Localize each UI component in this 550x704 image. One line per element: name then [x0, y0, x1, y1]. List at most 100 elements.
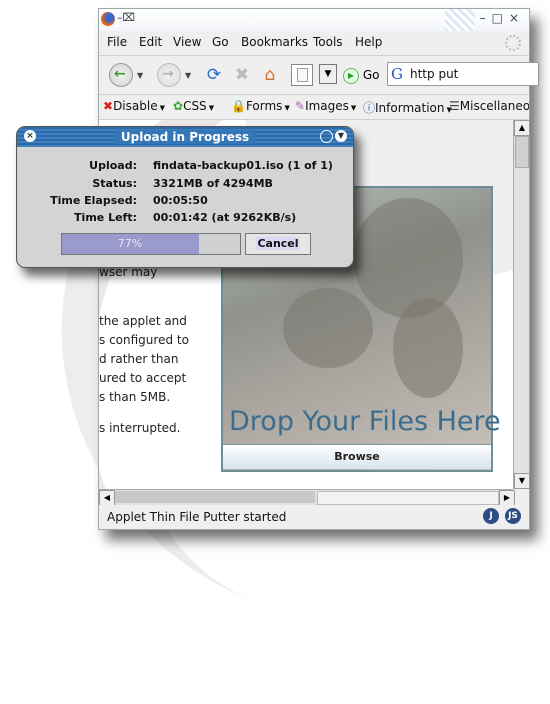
horizontal-scroll-thumb[interactable] — [317, 491, 499, 505]
upload-value: findata-backup01.iso (1 of 1) — [153, 159, 333, 172]
disable-label: Disable — [113, 99, 158, 113]
window-controls: –□× — [480, 11, 525, 25]
menu-file[interactable]: File — [107, 35, 127, 49]
minimize-icon[interactable] — [320, 130, 333, 143]
cancel-button[interactable]: Cancel — [245, 233, 311, 255]
forward-dropdown-icon[interactable]: ▼ — [185, 71, 191, 80]
information-icon: ⓘ — [363, 101, 376, 115]
back-arrow-icon: ← — [114, 66, 126, 82]
miscellaneous-menu[interactable]: ☰Miscellaneo — [449, 99, 529, 113]
title-bar: –⌧ –□× — [99, 9, 529, 31]
firefox-icon — [101, 12, 115, 26]
menu-bar: File Edit View Go Bookmarks Tools Help — [99, 31, 529, 56]
menu-edit[interactable]: Edit — [139, 35, 162, 49]
close-icon[interactable]: × — [509, 11, 525, 25]
scroll-right-icon[interactable]: ▶ — [499, 490, 515, 506]
css-icon: ✿ — [173, 99, 184, 113]
chevron-down-icon: ▼ — [208, 104, 215, 112]
images-icon: ✎ — [295, 99, 306, 113]
menu-bookmarks[interactable]: Bookmarks — [241, 35, 308, 49]
vertical-scroll-thumb[interactable] — [515, 136, 529, 168]
images-label: Images — [305, 99, 349, 113]
javascript-icon[interactable]: JS — [505, 508, 521, 524]
home-icon[interactable]: ⌂ — [259, 64, 281, 86]
forms-label: Forms — [245, 99, 283, 113]
scroll-left-icon[interactable]: ◀ — [99, 490, 115, 506]
elephant-photo — [353, 198, 463, 318]
window-menu-icon[interactable]: ▼ — [335, 130, 347, 142]
web-developer-toolbar: ✖Disable ▼ ✿CSS ▼ 🔒Forms ▼ ✎Images ▼ ⓘInform… — [99, 95, 529, 120]
page-text-line: s configured to — [99, 333, 189, 347]
search-input[interactable]: G http put — [387, 62, 539, 86]
reload-icon[interactable]: ⟳ — [203, 64, 225, 86]
minimize-icon[interactable]: – — [480, 11, 492, 25]
upload-label: Upload: — [89, 159, 137, 172]
dialog-title-bar[interactable]: × Upload in Progress ▼ — [17, 127, 353, 147]
browse-button[interactable]: Browse — [223, 444, 491, 469]
time-left-label: Time Left: — [74, 211, 137, 224]
page-text-line: s interrupted. — [99, 421, 181, 435]
chevron-down-icon: ▼ — [350, 104, 357, 112]
information-menu[interactable]: ⓘInformation ▼ — [363, 99, 452, 116]
go-button[interactable]: ▶ Go — [343, 64, 379, 86]
forms-icon: 🔒 — [231, 99, 246, 113]
disable-menu[interactable]: ✖Disable ▼ — [103, 99, 165, 113]
time-left-value: 00:01:42 (at 9262KB/s) — [153, 211, 297, 224]
menu-tools[interactable]: Tools — [313, 35, 343, 49]
elephant-photo — [393, 298, 463, 398]
drop-files-label: Drop Your Files Here — [229, 406, 501, 437]
scroll-down-icon[interactable]: ▼ — [514, 473, 530, 489]
page-text-line: d rather than — [99, 352, 179, 366]
page-text-line: s than 5MB. — [99, 390, 171, 404]
dialog-title: Upload in Progress — [114, 130, 256, 144]
forward-button[interactable]: → — [157, 63, 181, 87]
search-value: http put — [410, 67, 459, 81]
pin-icon[interactable]: –⌧ — [117, 11, 135, 24]
images-menu[interactable]: ✎Images ▼ — [295, 99, 356, 113]
status-label: Status: — [92, 177, 137, 190]
go-label: Go — [362, 68, 380, 82]
forward-arrow-icon: → — [162, 66, 174, 82]
status-value: 3321MB of 4294MB — [153, 177, 273, 190]
google-icon[interactable]: G — [391, 65, 403, 83]
forms-menu[interactable]: 🔒Forms ▼ — [231, 99, 290, 113]
miscellaneous-icon: ☰ — [449, 99, 460, 113]
page-text-line: the applet and — [99, 314, 187, 328]
status-bar: Applet Thin File Putter started J JS — [99, 505, 529, 529]
page-icon — [291, 64, 313, 86]
go-icon: ▶ — [343, 67, 359, 84]
stop-icon[interactable]: ✖ — [231, 64, 253, 86]
horizontal-scrollbar[interactable]: ◀ ▶ — [99, 489, 515, 506]
menu-view[interactable]: View — [173, 35, 201, 49]
progress-percent: 77% — [117, 237, 143, 250]
elephant-photo — [283, 288, 373, 368]
scroll-up-icon[interactable]: ▲ — [514, 120, 530, 136]
status-text: Applet Thin File Putter started — [107, 510, 287, 524]
upload-progress-dialog: × Upload in Progress ▼ Upload: findata-b… — [16, 126, 354, 268]
css-menu[interactable]: ✿CSS ▼ — [173, 99, 214, 113]
miscellaneous-label: Miscellaneo — [459, 99, 529, 113]
chevron-down-icon: ▼ — [284, 104, 290, 112]
disable-icon: ✖ — [103, 99, 114, 113]
css-label: CSS — [183, 99, 207, 113]
vertical-scrollbar[interactable]: ▲ ▼ — [513, 120, 530, 489]
menu-help[interactable]: Help — [355, 35, 382, 49]
information-label: Information — [375, 101, 445, 115]
titlebar-decoration — [445, 9, 475, 31]
browser-window: –⌧ –□× File Edit View Go Bookmarks Tools… — [98, 8, 539, 530]
time-elapsed-value: 00:05:50 — [153, 194, 208, 207]
navigation-toolbar: ← ▼ → ▼ ⟳ ✖ ⌂ ▼ ▶ Go G http put — [99, 56, 539, 95]
back-dropdown-icon[interactable]: ▼ — [137, 71, 143, 80]
back-button[interactable]: ← — [109, 63, 133, 87]
throbber-icon — [505, 35, 521, 51]
java-icon[interactable]: J — [483, 508, 499, 524]
menu-go[interactable]: Go — [212, 35, 229, 49]
page-text-line: ured to accept — [99, 371, 187, 385]
maximize-icon[interactable]: □ — [492, 11, 509, 25]
cancel-label: Cancel — [256, 237, 300, 250]
horizontal-scroll-track[interactable] — [115, 491, 315, 503]
chevron-down-icon: ▼ — [159, 104, 165, 112]
time-elapsed-label: Time Elapsed: — [50, 194, 137, 207]
upload-progress-bar: 77% — [61, 233, 241, 255]
url-dropdown-button[interactable]: ▼ — [319, 64, 337, 84]
